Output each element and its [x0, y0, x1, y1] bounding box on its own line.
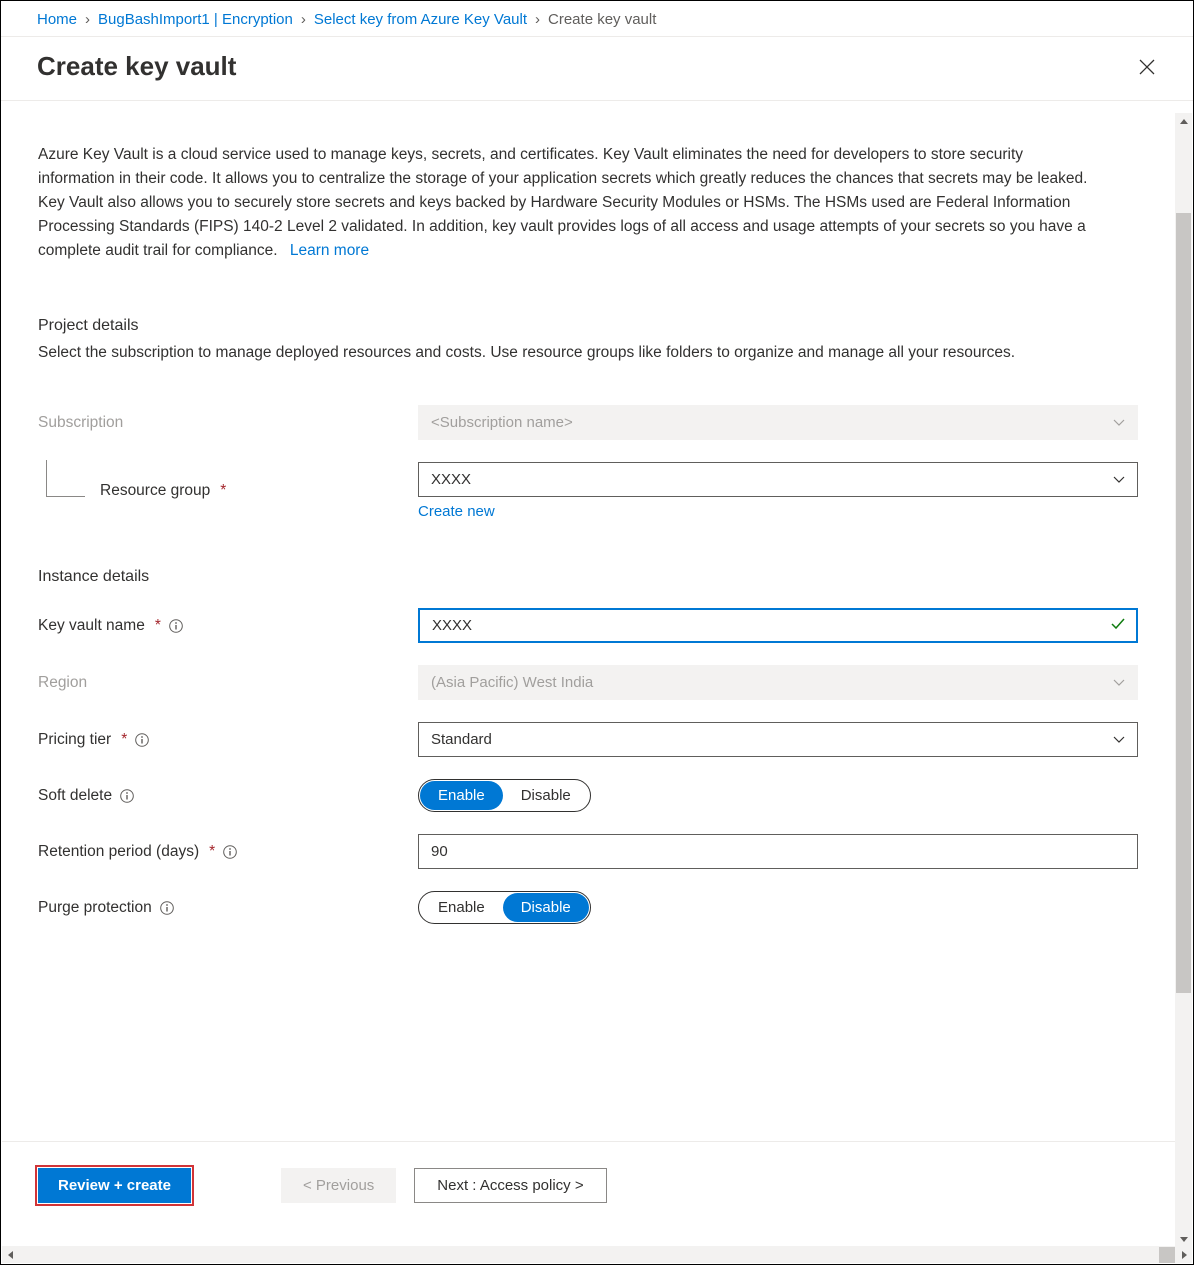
required-indicator: * [155, 617, 161, 635]
info-icon[interactable] [223, 845, 237, 859]
required-indicator: * [121, 731, 127, 749]
breadcrumb-encryption[interactable]: BugBashImport1 | Encryption [98, 11, 293, 28]
breadcrumb: Home › BugBashImport1 | Encryption › Sel… [1, 1, 1193, 37]
review-create-button[interactable]: Review + create [38, 1168, 191, 1203]
close-button[interactable] [1137, 57, 1157, 77]
intro-text: Azure Key Vault is a cloud service used … [38, 143, 1098, 263]
project-details-heading: Project details [38, 317, 1156, 335]
chevron-right-icon: › [85, 11, 90, 28]
soft-delete-label: Soft delete [38, 787, 418, 805]
next-button[interactable]: Next : Access policy > [414, 1168, 606, 1203]
previous-button: < Previous [281, 1168, 396, 1203]
purge-protection-toggle[interactable]: Enable Disable [418, 891, 591, 924]
chevron-down-icon [1113, 417, 1125, 429]
footer-bar: Review + create < Previous Next : Access… [2, 1141, 1175, 1227]
info-icon[interactable] [169, 619, 183, 633]
soft-delete-disable[interactable]: Disable [503, 781, 589, 810]
chevron-down-icon [1113, 677, 1125, 689]
resource-group-select[interactable]: XXXX [418, 462, 1138, 497]
retention-period-label: Retention period (days)* [38, 843, 418, 861]
vertical-scrollbar[interactable] [1175, 113, 1192, 1247]
retention-period-input[interactable]: 90 [418, 834, 1138, 869]
purge-enable[interactable]: Enable [420, 893, 503, 922]
chevron-down-icon [1113, 474, 1125, 486]
breadcrumb-select-key[interactable]: Select key from Azure Key Vault [314, 11, 527, 28]
checkmark-icon [1110, 616, 1126, 636]
region-select: (Asia Pacific) West India [418, 665, 1138, 700]
horizontal-scrollbar[interactable] [2, 1246, 1192, 1263]
scroll-left-arrow[interactable] [2, 1246, 19, 1263]
learn-more-link[interactable]: Learn more [290, 242, 369, 259]
key-vault-name-value: XXXX [432, 617, 472, 634]
close-icon [1139, 59, 1155, 75]
retention-period-value: 90 [431, 843, 448, 860]
subscription-label: Subscription [38, 414, 418, 432]
info-icon[interactable] [160, 901, 174, 915]
scroll-up-arrow[interactable] [1175, 113, 1192, 130]
pricing-tier-select[interactable]: Standard [418, 722, 1138, 757]
soft-delete-toggle[interactable]: Enable Disable [418, 779, 591, 812]
soft-delete-enable[interactable]: Enable [420, 781, 503, 810]
info-icon[interactable] [120, 789, 134, 803]
create-new-link[interactable]: Create new [418, 503, 495, 520]
chevron-down-icon [1113, 734, 1125, 746]
scroll-thumb[interactable] [1159, 1247, 1175, 1263]
region-label: Region [38, 674, 418, 692]
chevron-right-icon: › [535, 11, 540, 28]
intro-body: Azure Key Vault is a cloud service used … [38, 146, 1087, 259]
pricing-tier-label: Pricing tier* [38, 731, 418, 749]
scroll-down-arrow[interactable] [1175, 1230, 1192, 1247]
purge-protection-label: Purge protection [38, 899, 418, 917]
key-vault-name-label: Key vault name* [38, 617, 418, 635]
project-details-subtext: Select the subscription to manage deploy… [38, 341, 1098, 365]
scroll-right-arrow[interactable] [1175, 1246, 1192, 1263]
breadcrumb-current: Create key vault [548, 11, 656, 28]
page-title: Create key vault [37, 51, 236, 82]
content-area: Azure Key Vault is a cloud service used … [2, 113, 1192, 1114]
resource-group-label: Resource group* [38, 482, 418, 500]
resource-group-value: XXXX [431, 471, 471, 488]
scroll-thumb[interactable] [1176, 213, 1191, 993]
required-indicator: * [220, 482, 226, 500]
purge-disable[interactable]: Disable [503, 893, 589, 922]
key-vault-name-input[interactable]: XXXX [418, 608, 1138, 643]
pricing-tier-value: Standard [431, 731, 492, 748]
chevron-right-icon: › [301, 11, 306, 28]
page-header: Create key vault [1, 37, 1193, 101]
subscription-placeholder: <Subscription name> [431, 414, 573, 431]
subscription-select: <Subscription name> [418, 405, 1138, 440]
region-value: (Asia Pacific) West India [431, 674, 593, 691]
info-icon[interactable] [135, 733, 149, 747]
instance-details-heading: Instance details [38, 568, 1156, 586]
breadcrumb-home[interactable]: Home [37, 11, 77, 28]
required-indicator: * [209, 843, 215, 861]
